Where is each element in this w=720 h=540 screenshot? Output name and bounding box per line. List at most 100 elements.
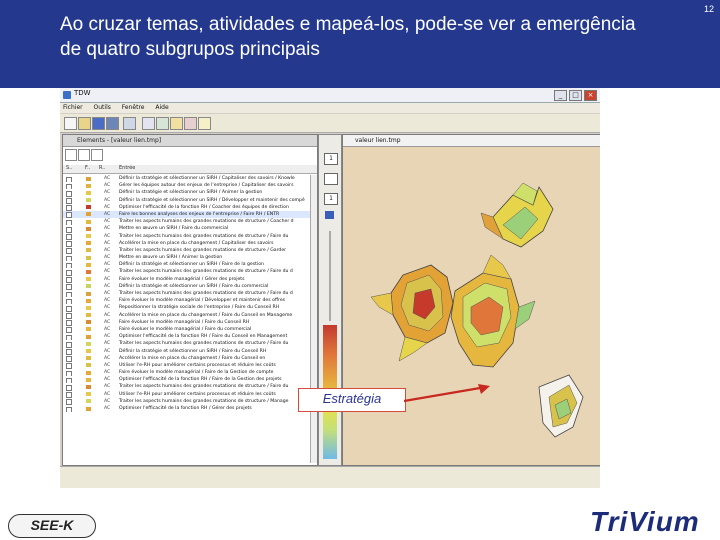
row-color-swatch	[86, 334, 91, 339]
table-row[interactable]: AC Faire évoluer le modèle managérial / D…	[63, 297, 317, 305]
row-color-swatch	[86, 399, 91, 404]
tool-icon[interactable]	[142, 117, 155, 130]
close-icon[interactable]: ×	[584, 90, 597, 101]
scale-slider-track[interactable]	[329, 231, 331, 321]
table-row[interactable]: AC Optimiser l'efficacité de la fonction …	[63, 376, 317, 384]
seek-logo-text: SEE-K	[30, 517, 74, 533]
row-color-swatch	[86, 392, 91, 397]
cluster-left[interactable]	[370, 264, 454, 362]
table-row[interactable]: AC Définir la stratégie et sélectionner u…	[63, 197, 317, 204]
row-color-swatch	[86, 349, 91, 353]
maximize-icon[interactable]: □	[569, 90, 582, 101]
row-color-swatch	[86, 284, 91, 289]
app-icon	[63, 91, 71, 99]
app-titlebar: TDW _ □ ×	[60, 88, 600, 103]
row-type: AC	[104, 197, 111, 203]
row-checkbox[interactable]	[66, 406, 72, 413]
table-row[interactable]: AC Accélérer la mise en place du changeme…	[63, 312, 317, 319]
table-row[interactable]: AC Optimiser l'efficacité de la fonction …	[63, 204, 317, 211]
table-row[interactable]: AC Mettre en œuvre un SIRH / Faire du com…	[63, 225, 317, 233]
cluster-top[interactable]	[480, 182, 554, 248]
row-type: AC	[104, 176, 111, 181]
table-row[interactable]: AC Mettre en œuvre un SIRH / Animer la ge…	[63, 254, 317, 262]
save-as-icon[interactable]	[106, 117, 119, 130]
row-label: Accélérer la mise en place du changement…	[119, 240, 274, 246]
elements-list: AC Définir la stratégie et sélectionner u…	[63, 175, 317, 413]
table-row[interactable]: AC Traiter les aspects humains des grande…	[63, 233, 317, 240]
table-row[interactable]: AC Utiliser l'e-RH pour améliorer certain…	[63, 362, 317, 370]
table-row[interactable]: AC Utiliser l'e-RH pour améliorer certain…	[63, 391, 317, 398]
table-row[interactable]: AC Faire les bonnes analyses des enjeux d…	[63, 210, 317, 219]
row-label: Traiter les aspects humains des grandes …	[119, 341, 289, 347]
table-row[interactable]: AC Repositionner la stratégie sociale de …	[63, 304, 317, 312]
row-color-swatch	[86, 219, 91, 224]
sort-icon[interactable]	[78, 149, 90, 161]
minimize-icon[interactable]: _	[554, 90, 567, 101]
new-file-icon[interactable]	[64, 117, 77, 130]
table-row[interactable]: AC Définir la stratégie et sélectionner u…	[63, 348, 317, 355]
table-row[interactable]: AC Optimiser l'efficacité de la fonction …	[63, 333, 317, 341]
table-row[interactable]: AC Gérer les équipes autour des enjeux de…	[63, 182, 317, 190]
column-r[interactable]: R..	[99, 165, 105, 171]
grid-icon[interactable]	[156, 117, 169, 130]
row-color-swatch	[86, 356, 91, 361]
table-row[interactable]: AC Faire évoluer le modèle managérial / G…	[63, 276, 317, 283]
toolbar	[60, 114, 600, 133]
table-row[interactable]: AC Faire évoluer le modèle managérial / F…	[63, 369, 317, 377]
row-type: AC	[104, 204, 111, 210]
scale-value-button[interactable]: 1	[324, 193, 338, 205]
refresh-icon[interactable]	[91, 149, 103, 161]
row-label: Définir la stratégie et sélectionner un …	[119, 283, 269, 289]
row-label: Faire évoluer le modèle managérial / Fai…	[119, 326, 252, 332]
table-row[interactable]: AC Définir la stratégie et sélectionner u…	[63, 189, 317, 197]
column-s[interactable]: S..	[66, 165, 72, 171]
row-color-swatch	[86, 384, 91, 389]
table-row[interactable]: AC Traiter les aspects humains des grande…	[63, 340, 317, 348]
table-row[interactable]: AC Traiter les aspects humains des grande…	[63, 247, 317, 255]
cluster-middle[interactable]	[450, 254, 536, 368]
settings-icon[interactable]	[184, 117, 197, 130]
table-row[interactable]: AC Traiter les aspects humains des grande…	[63, 218, 317, 226]
scale-swatch-button[interactable]	[324, 173, 338, 185]
row-label: Traiter les aspects humains des grandes …	[119, 219, 294, 225]
table-row[interactable]: AC Optimiser l'efficacité de la fonction …	[63, 405, 317, 413]
column-f[interactable]: F..	[85, 165, 90, 171]
open-folder-icon[interactable]	[78, 117, 91, 130]
table-row[interactable]: AC Accélérer la mise en place du changeme…	[63, 355, 317, 362]
save-icon[interactable]	[92, 117, 105, 130]
table-row[interactable]: AC Traiter les aspects humains des grande…	[63, 290, 317, 298]
menu-item-fichier[interactable]: Fichier	[63, 104, 83, 111]
row-color-swatch	[86, 320, 91, 325]
row-type: AC	[104, 211, 111, 217]
row-label: Traiter les aspects humains des grandes …	[119, 247, 287, 253]
lightbulb-icon[interactable]	[198, 117, 211, 130]
table-row[interactable]: AC Traiter les aspects humains des grande…	[63, 268, 317, 276]
column-entree[interactable]: Entrée	[119, 165, 135, 171]
table-row[interactable]: AC Définir la stratégie et sélectionner u…	[63, 175, 317, 183]
map-window: valeur lien.tmp	[342, 134, 600, 466]
menu-item-outils[interactable]: Outils	[94, 104, 111, 111]
chart-icon[interactable]	[170, 117, 183, 130]
row-label: Traiter les aspects humains des grandes …	[119, 291, 293, 296]
filter-icon[interactable]	[65, 149, 77, 161]
table-row[interactable]: AC Traiter les aspects humains des grande…	[63, 383, 317, 391]
table-row[interactable]: AC Définir la stratégie et sélectionner u…	[63, 283, 317, 290]
menu-item-fenetre[interactable]: Fenêtre	[122, 104, 145, 111]
scale-up-button[interactable]: 1	[324, 153, 338, 165]
elements-toolbar	[65, 149, 113, 161]
menu-item-aide[interactable]: Aide	[155, 104, 168, 111]
cluster-bottom[interactable]	[538, 374, 584, 438]
table-row[interactable]: AC Traiter les aspects humains des grande…	[63, 398, 317, 405]
row-label: Faire évoluer le modèle managérial / Fai…	[119, 319, 250, 325]
row-label: Accélérer la mise en place du changement…	[119, 355, 266, 361]
table-row[interactable]: AC Accélérer la mise en place du changeme…	[63, 240, 317, 247]
elements-window-title: Elements - [valeur lien.tmp]	[77, 137, 162, 144]
scrollbar[interactable]	[310, 175, 317, 463]
table-row[interactable]: AC Faire évoluer le modèle managérial / F…	[63, 326, 317, 334]
cluster-map	[370, 182, 584, 438]
row-color-swatch	[86, 241, 91, 246]
table-row[interactable]: AC Faire évoluer le modèle managérial / F…	[63, 319, 317, 326]
row-label: Utiliser l'e-RH pour améliorer certains …	[119, 362, 276, 368]
export-icon[interactable]	[123, 117, 136, 130]
table-row[interactable]: AC Définir la stratégie et sélectionner u…	[63, 261, 317, 269]
